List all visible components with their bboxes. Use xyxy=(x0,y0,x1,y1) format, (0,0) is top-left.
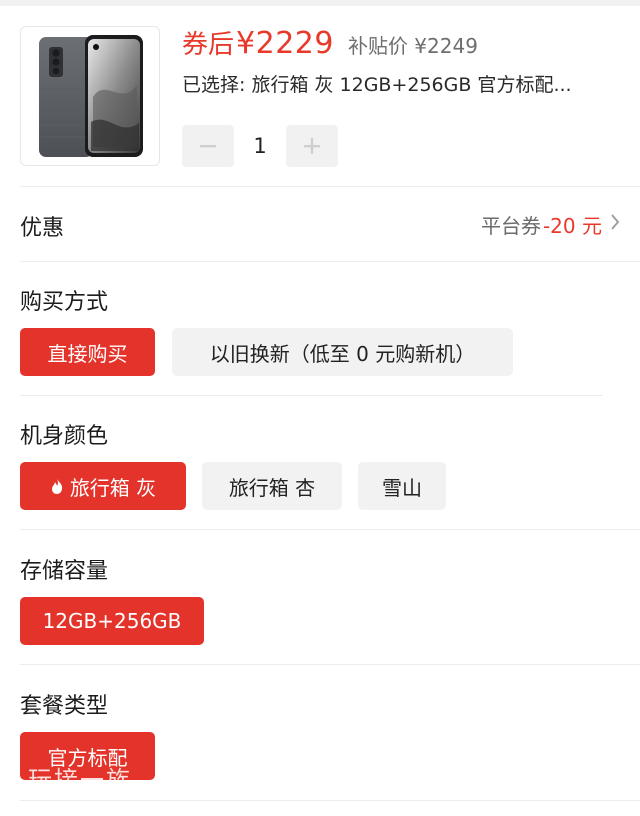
coupon-amount: -20 元 xyxy=(542,214,602,238)
minus-icon xyxy=(200,145,216,148)
coupon-selector[interactable]: 平台券 -20 元 xyxy=(481,210,620,239)
body-color-title: 机身颜色 xyxy=(20,424,109,449)
price-prefix: 券后 xyxy=(182,30,235,60)
coupon-label: 平台券 xyxy=(480,214,541,238)
quantity-increase-button[interactable] xyxy=(286,125,338,167)
color-option-travel-gray[interactable]: 旅行箱 灰 xyxy=(20,462,186,510)
top-strip xyxy=(0,0,640,6)
subsidy-price: 补贴价 ¥2249 xyxy=(347,34,478,58)
option-direct-buy[interactable]: 直接购买 xyxy=(20,328,155,376)
discount-label: 优惠 xyxy=(20,216,65,241)
divider xyxy=(20,395,603,396)
divider xyxy=(20,186,640,187)
flame-icon xyxy=(50,477,64,495)
price: ¥2229 xyxy=(236,26,334,61)
quantity-decrease-button[interactable] xyxy=(182,125,234,167)
divider xyxy=(20,529,640,530)
package-option-official[interactable]: 官方标配 xyxy=(20,732,155,780)
divider xyxy=(20,800,640,801)
chevron-right-icon xyxy=(610,212,620,237)
plus-icon xyxy=(304,138,320,154)
divider xyxy=(20,664,640,665)
color-option-snow-mountain[interactable]: 雪山 xyxy=(358,462,446,510)
product-thumbnail[interactable] xyxy=(20,26,160,166)
color-option-travel-apricot[interactable]: 旅行箱 杏 xyxy=(202,462,342,510)
price-row: 券后 ¥2229 补贴价 ¥2249 xyxy=(182,24,478,61)
storage-title: 存储容量 xyxy=(20,559,109,584)
quantity-value[interactable]: 1 xyxy=(234,125,286,167)
phone-image-icon xyxy=(39,35,143,157)
divider xyxy=(20,261,640,262)
purchase-method-title: 购买方式 xyxy=(20,290,109,315)
storage-option-12-256[interactable]: 12GB+256GB xyxy=(20,597,204,645)
color-option-label: 旅行箱 灰 xyxy=(69,475,157,500)
selected-summary: 已选择: 旅行箱 灰 12GB+256GB 官方标配... xyxy=(182,74,572,96)
package-type-title: 套餐类型 xyxy=(20,694,109,719)
option-trade-in[interactable]: 以旧换新（低至 0 元购新机） xyxy=(172,328,513,376)
